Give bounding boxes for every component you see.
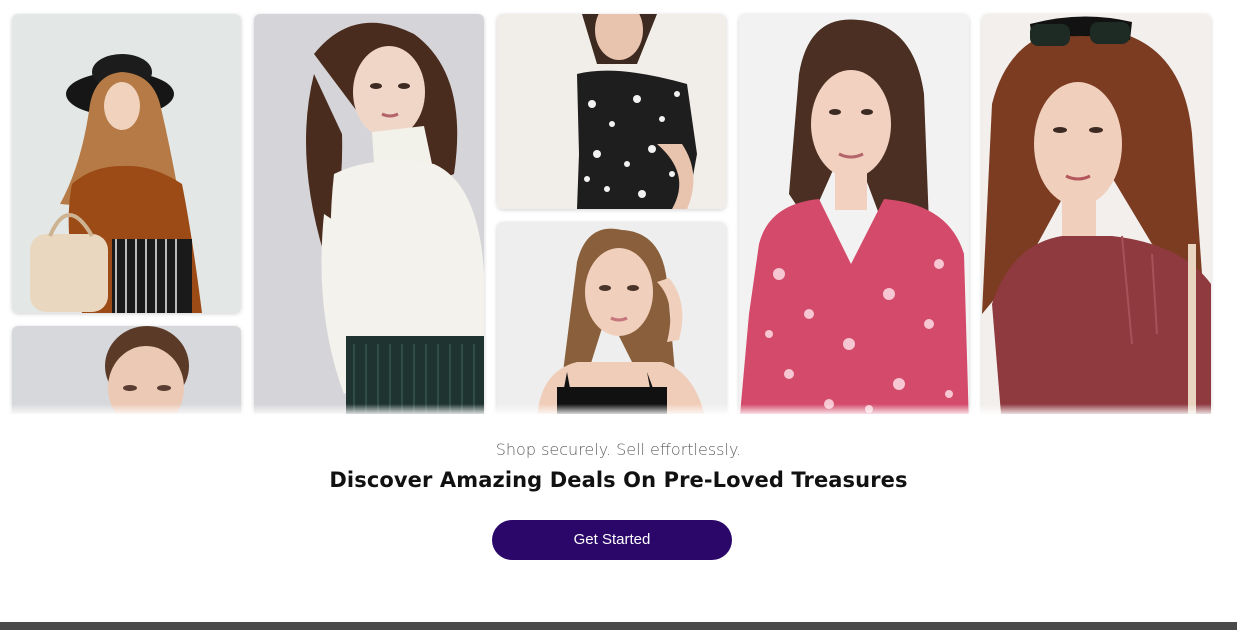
hero-tagline: Shop securely. Sell effortlessly. [495, 440, 742, 459]
hero-cta-section: Shop securely. Sell effortlessly. Discov… [0, 414, 1237, 622]
photo-floral-top[interactable] [497, 14, 726, 209]
bottom-bar [0, 622, 1237, 630]
photo-maroon-hoodie[interactable] [982, 14, 1211, 414]
photo-pink-floral-dress[interactable] [739, 14, 969, 414]
get-started-button[interactable]: Get Started [492, 520, 732, 560]
photo-white-turtleneck[interactable] [254, 14, 484, 414]
product-photo-gallery [0, 0, 1237, 414]
photo-woman-bun[interactable] [12, 326, 241, 414]
photo-hijab-woman[interactable] [12, 14, 241, 313]
landing-page: Shop securely. Sell effortlessly. Discov… [0, 0, 1237, 630]
photo-black-camisole[interactable] [497, 222, 726, 414]
hero-headline: Discover Amazing Deals On Pre-Loved Trea… [329, 468, 908, 492]
